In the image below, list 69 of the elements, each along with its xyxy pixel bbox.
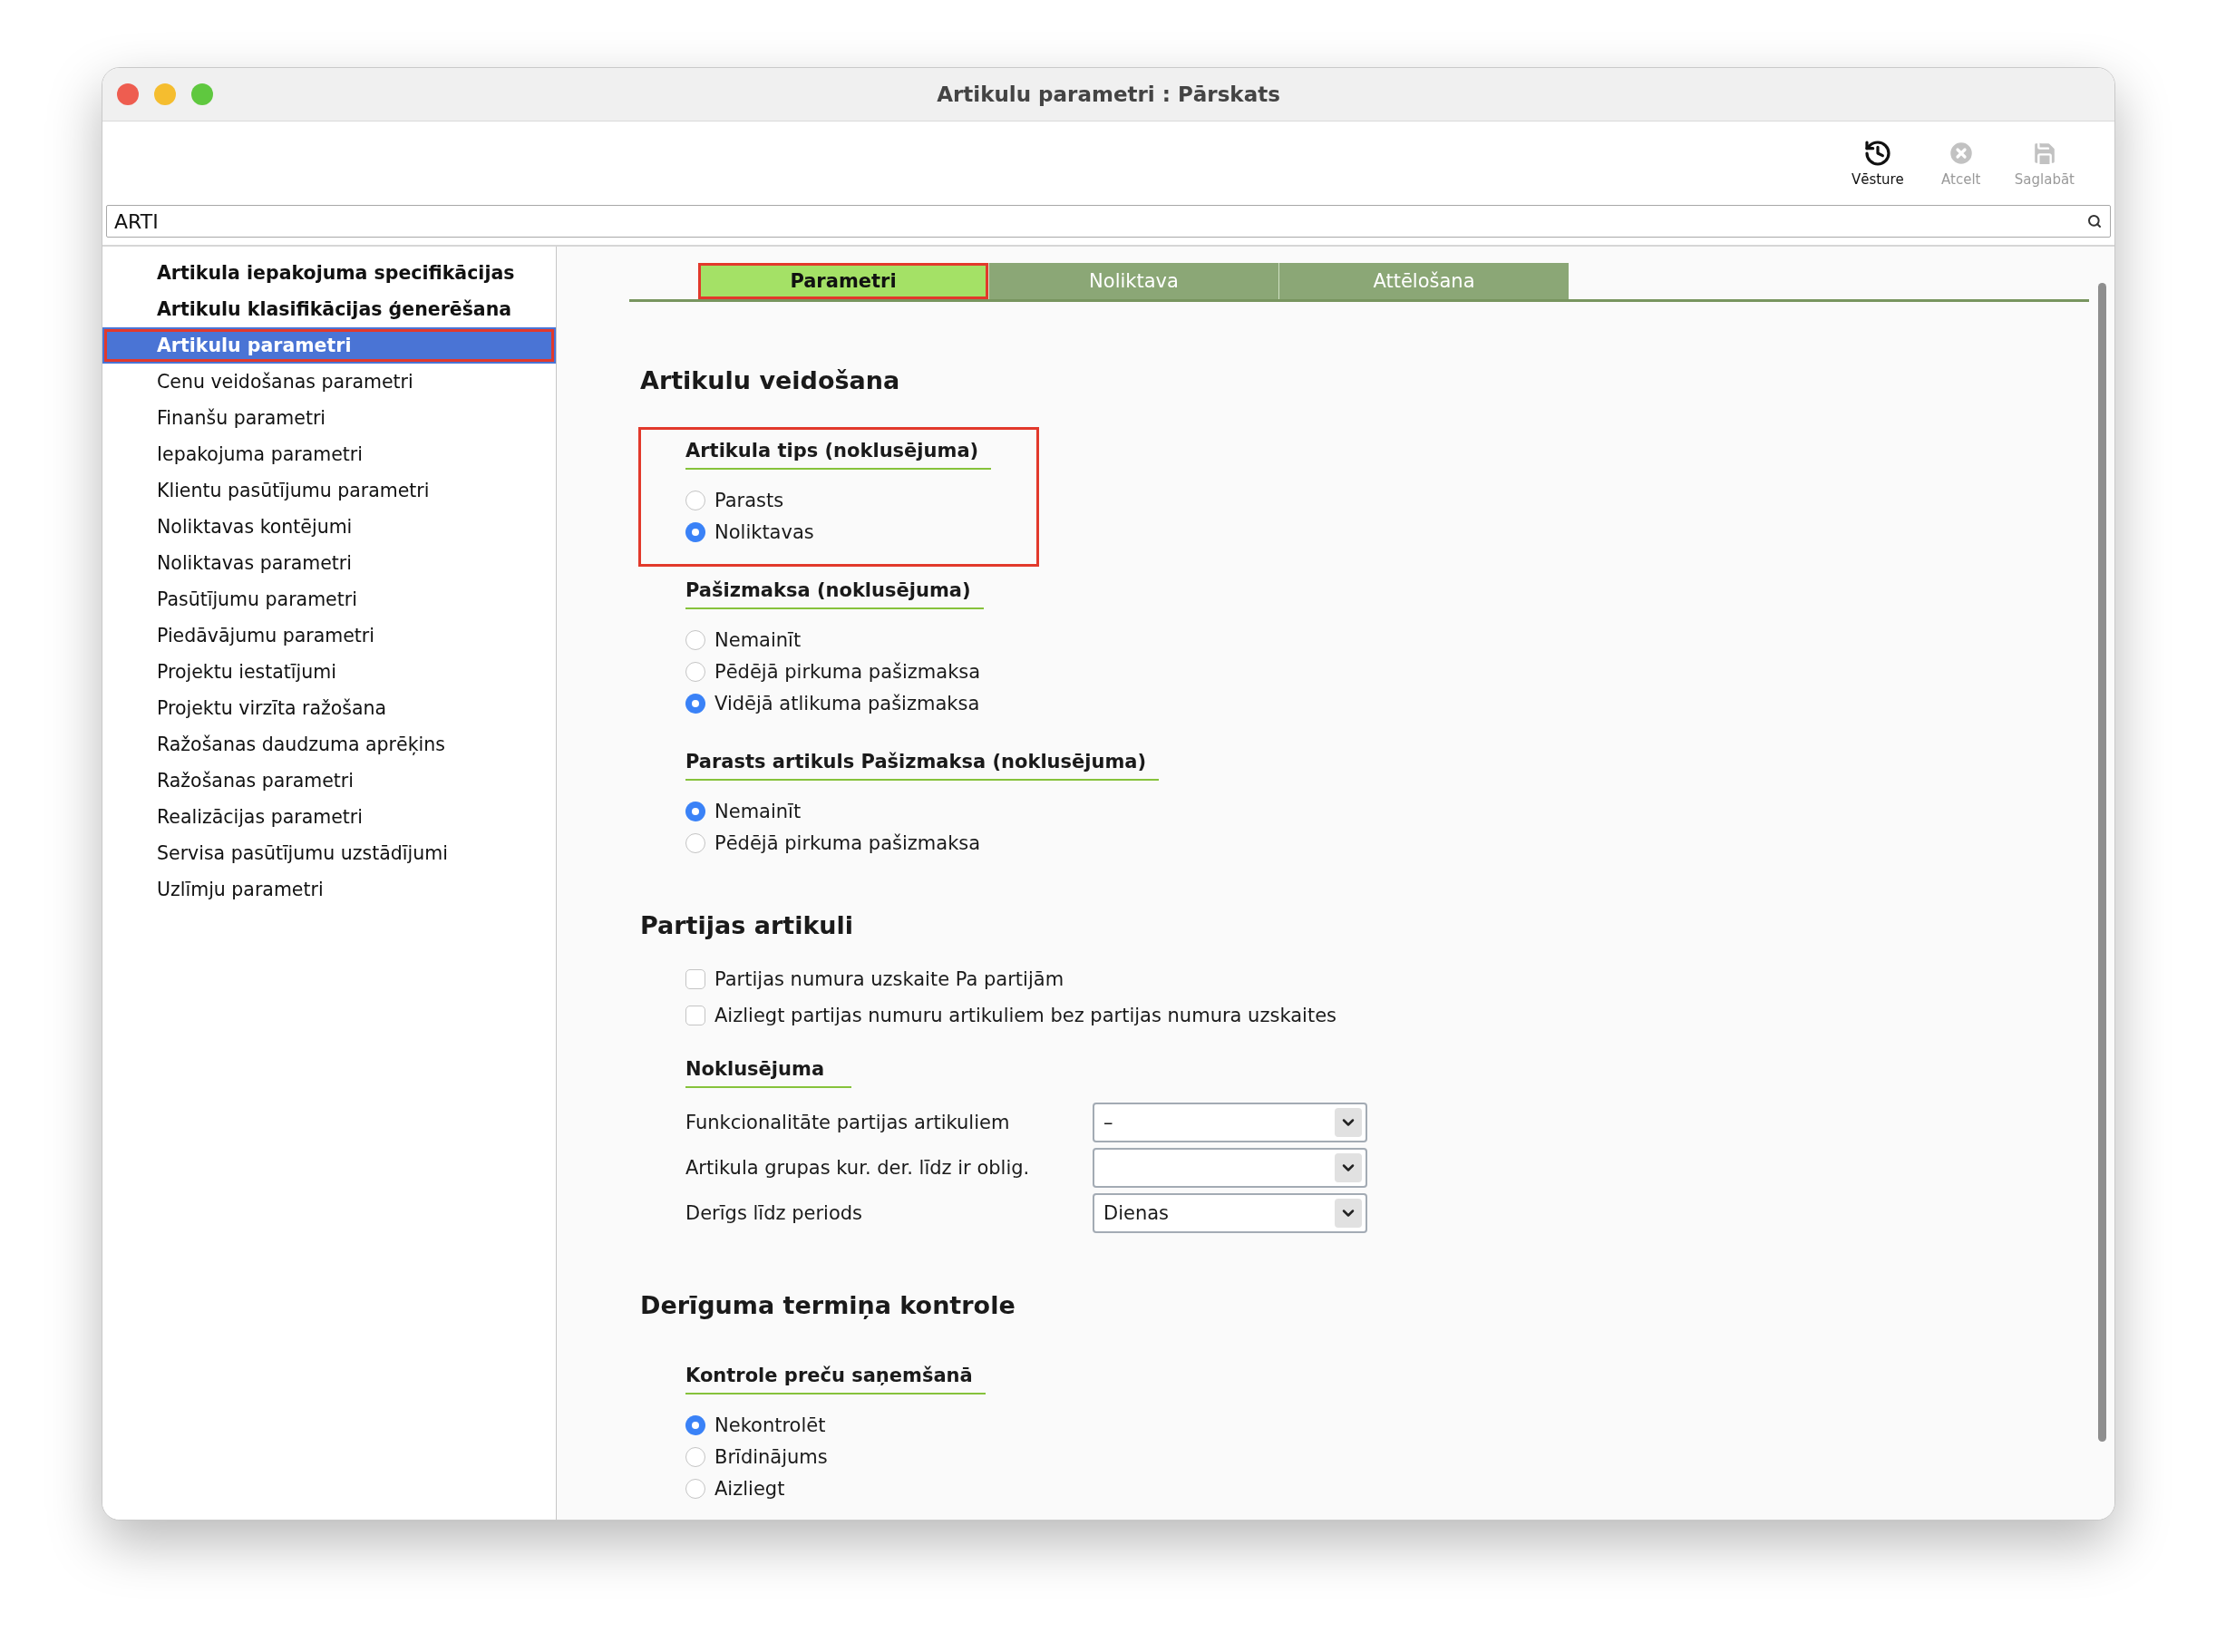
- dropdown[interactable]: –: [1093, 1103, 1367, 1142]
- zoom-button[interactable]: [191, 83, 213, 105]
- option-label: Parasts: [714, 489, 784, 511]
- checkbox[interactable]: [685, 969, 705, 989]
- group-title: Parasts artikuls Pašizmaksa (noklusējuma): [685, 748, 1160, 781]
- sidebar-item[interactable]: Noliktavas parametri: [102, 545, 556, 581]
- option-label: Pēdējā pirkuma pašizmaksa: [714, 831, 981, 854]
- option-label: Pēdējā pirkuma pašizmaksa: [714, 660, 981, 683]
- sidebar-item[interactable]: Projektu iestatījumi: [102, 654, 556, 690]
- option-label: Nemainīt: [714, 800, 802, 822]
- sidebar-item[interactable]: Ražošanas daudzuma aprēķins: [102, 726, 556, 763]
- sidebar-item[interactable]: Projektu virzīta ražošana: [102, 690, 556, 726]
- section-heading: Artikulu veidošana: [640, 365, 900, 396]
- sidebar-item[interactable]: Klientu pasūtījumu parametri: [102, 472, 556, 509]
- sidebar-item[interactable]: Artikulu parametri: [102, 327, 556, 364]
- history-icon: [1862, 139, 1892, 168]
- field-label: Artikula grupas kur. der. līdz ir oblig.: [685, 1157, 1031, 1179]
- group-title: Artikula tips (noklusējuma): [685, 437, 992, 470]
- sidebar-item[interactable]: Pasūtījumu parametri: [102, 581, 556, 617]
- option-label: Nekontrolēt: [714, 1414, 826, 1436]
- sidebar-item[interactable]: Iepakojuma parametri: [102, 436, 556, 472]
- option-label: Brīdinājums: [714, 1445, 828, 1468]
- radio-button[interactable]: [685, 661, 705, 682]
- tab[interactable]: Parametri: [698, 263, 988, 299]
- option-label: Partijas numura uzskaite Pa partijām: [714, 968, 1064, 990]
- radio-button[interactable]: [685, 1446, 705, 1467]
- radio-button[interactable]: [685, 490, 705, 510]
- sidebar-item[interactable]: Noliktavas kontējumi: [102, 509, 556, 545]
- option-label: Noliktavas: [714, 520, 814, 543]
- option-label: Aizliegt partijas numuru artikuliem bez partijas numura uzskaites: [714, 1005, 1336, 1026]
- sidebar-item[interactable]: Artikulu klasifikācijas ģenerēšana: [102, 291, 556, 327]
- sidebar-item[interactable]: Realizācijas parametri: [102, 799, 556, 835]
- minimize-button[interactable]: [154, 83, 176, 105]
- toolbar-button[interactable]: Vēsture: [1843, 135, 1911, 191]
- radio-button[interactable]: [685, 521, 705, 542]
- chevron-down-icon: [1335, 1153, 1362, 1182]
- sidebar-item[interactable]: Cenu veidošanas parametri: [102, 364, 556, 400]
- sidebar-item[interactable]: Piedāvājumu parametri: [102, 617, 556, 654]
- section-heading: Partijas artikuli: [640, 910, 854, 941]
- radio-button[interactable]: [685, 832, 705, 853]
- dropdown[interactable]: [1093, 1148, 1367, 1188]
- option-label: Nemainīt: [714, 628, 802, 651]
- option-label: Aizliegt: [714, 1477, 785, 1500]
- group-title: Pašizmaksa (noklusējuma): [685, 577, 984, 609]
- radio-button[interactable]: [685, 801, 705, 821]
- option-label: Vidējā atlikuma pašizmaksa: [714, 692, 980, 714]
- radio-button[interactable]: [685, 693, 705, 714]
- sidebar-item[interactable]: Artikula iepakojuma specifikācijas: [102, 255, 556, 291]
- section-heading: Derīguma termiņa kontrole: [640, 1290, 1016, 1321]
- sidebar-item[interactable]: Uzlīmju parametri: [102, 871, 556, 908]
- window-title: Artikulu parametri : Pārskats: [937, 83, 1280, 106]
- sidebar-item[interactable]: Servisa pasūtījumu uzstādījumi: [102, 835, 556, 871]
- dropdown[interactable]: Dienas: [1093, 1193, 1367, 1233]
- radio-button[interactable]: [685, 1478, 705, 1499]
- field-label: Derīgs līdz periods: [685, 1202, 864, 1224]
- sidebar-item[interactable]: Ražošanas parametri: [102, 763, 556, 799]
- close-button[interactable]: [117, 83, 139, 105]
- chevron-down-icon: [1335, 1108, 1362, 1137]
- radio-button[interactable]: [685, 1414, 705, 1435]
- scrollbar[interactable]: [2097, 283, 2106, 1442]
- checkbox[interactable]: [685, 1006, 705, 1025]
- sidebar-item[interactable]: Finanšu parametri: [102, 400, 556, 436]
- field-label: Funkcionalitāte partijas artikuliem: [685, 1112, 1011, 1133]
- search-field[interactable]: ARTI: [106, 205, 2111, 238]
- radio-button[interactable]: [685, 629, 705, 650]
- group-title: Noklusējuma: [685, 1055, 852, 1088]
- search-icon: [2087, 214, 2102, 228]
- group-title: Kontrole preču saņemšanā: [685, 1362, 986, 1394]
- chevron-down-icon: [1335, 1199, 1362, 1228]
